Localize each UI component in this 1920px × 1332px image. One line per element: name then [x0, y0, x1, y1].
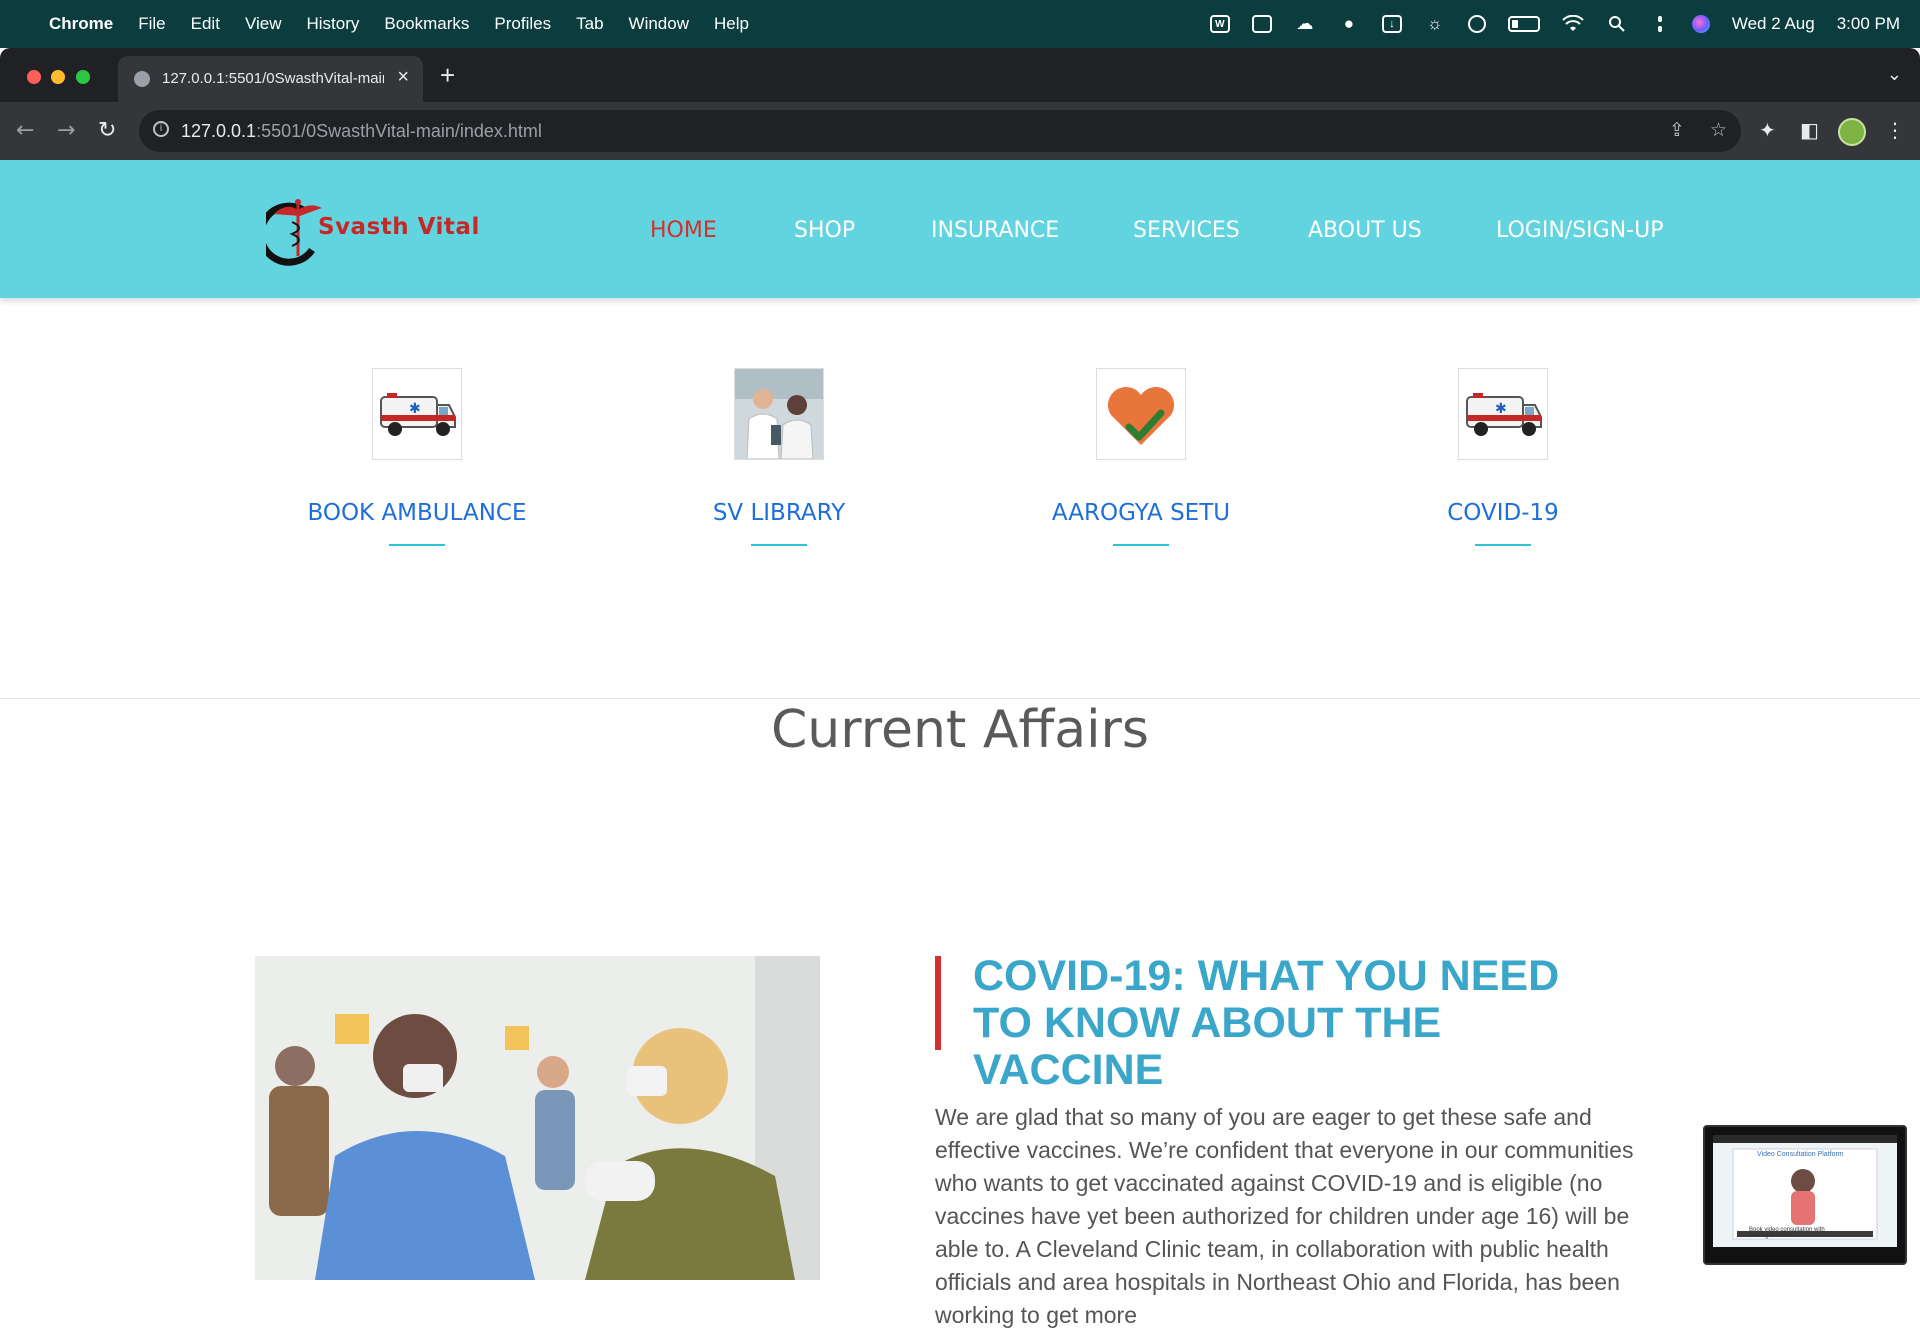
nav-services[interactable]: SERVICES: [1133, 218, 1240, 243]
menu-history[interactable]: History: [306, 14, 359, 34]
nav-home[interactable]: HOME: [650, 218, 717, 243]
control-center-icon[interactable]: [1650, 16, 1670, 32]
svg-text:✱: ✱: [409, 401, 421, 417]
bookmark-star-icon[interactable]: ☆: [1710, 119, 1727, 141]
pip-subtext: Book video consultation with leading doc…: [1749, 1227, 1825, 1239]
browser-toolbar: ← → ↻ i 127.0.0.1:5501/0SwasthVital-main…: [0, 102, 1920, 160]
more-menu-icon[interactable]: ⋮: [1885, 118, 1905, 142]
back-arrow-icon[interactable]: ←: [16, 118, 34, 143]
menu-view[interactable]: View: [245, 14, 282, 34]
status-sunrise-icon[interactable]: ☼: [1424, 14, 1446, 33]
menu-app-name[interactable]: Chrome: [49, 14, 113, 34]
article-accent-bar: [935, 956, 941, 1050]
feature-label[interactable]: BOOK AMBULANCE: [267, 500, 567, 526]
share-icon[interactable]: ⇪: [1669, 119, 1685, 141]
menu-tab[interactable]: Tab: [576, 14, 603, 34]
menu-file[interactable]: File: [138, 14, 165, 34]
status-app-icon[interactable]: W: [1209, 15, 1230, 33]
side-panel-icon[interactable]: ◧: [1800, 118, 1819, 142]
wifi-icon[interactable]: [1562, 15, 1584, 33]
browser-tab-active[interactable]: 127.0.0.1:5501/0SwasthVital-main/index.h…: [118, 56, 423, 102]
status-cloud-icon[interactable]: ☁: [1294, 14, 1316, 33]
spotlight-search-icon[interactable]: [1606, 15, 1628, 33]
site-info-icon[interactable]: i: [153, 121, 169, 137]
feature-label[interactable]: SV LIBRARY: [629, 500, 929, 526]
pip-caption: Video Consultation Platform: [1757, 1151, 1844, 1158]
status-user-icon[interactable]: [1467, 15, 1486, 33]
browser-tab-strip: 127.0.0.1:5501/0SwasthVital-main/index.h…: [0, 48, 1920, 102]
feature-underline: [1475, 544, 1531, 546]
status-download-icon[interactable]: ↓: [1381, 15, 1402, 33]
section-title: Current Affairs: [770, 700, 1149, 760]
siri-icon[interactable]: [1691, 15, 1710, 33]
feature-covid-19[interactable]: ✱ COVID-19: [1353, 368, 1653, 546]
site-header: Svasth Vital HOME SHOP INSURANCE SERVICE…: [0, 160, 1920, 298]
forward-arrow-icon[interactable]: →: [57, 118, 75, 143]
pip-screen: Video Consultation Platform Book video c…: [1713, 1135, 1897, 1247]
macos-menubar: Chrome File Edit View History Bookmarks …: [0, 0, 1920, 48]
battery-icon[interactable]: [1507, 16, 1540, 32]
vaccination-photo: [255, 956, 820, 1280]
feature-label[interactable]: AAROGYA SETU: [991, 500, 1291, 526]
feature-underline: [751, 544, 807, 546]
new-tab-button[interactable]: +: [440, 60, 455, 91]
menubar-time[interactable]: 3:00 PM: [1837, 14, 1900, 34]
globe-icon: [134, 71, 150, 87]
heart-check-icon[interactable]: [1096, 368, 1186, 460]
menu-bookmarks[interactable]: Bookmarks: [384, 14, 469, 34]
status-helmet-icon[interactable]: ●: [1338, 14, 1360, 33]
menubar-date[interactable]: Wed 2 Aug: [1732, 14, 1815, 34]
reload-icon[interactable]: ↻: [98, 118, 116, 143]
extensions-puzzle-icon[interactable]: ✦: [1759, 118, 1776, 142]
caduceus-logo-icon: [257, 199, 322, 266]
close-tab-icon[interactable]: ×: [397, 66, 409, 89]
nav-shop[interactable]: SHOP: [794, 218, 855, 243]
article-body: We are glad that so many of you are eage…: [935, 1104, 1634, 1328]
logo-text: Svasth Vital: [318, 214, 480, 240]
feature-aarogya-setu[interactable]: AAROGYA SETU: [991, 368, 1291, 546]
site-logo[interactable]: Svasth Vital: [257, 192, 496, 272]
ambulance-icon[interactable]: ✱: [1458, 368, 1548, 460]
menu-help[interactable]: Help: [714, 14, 749, 34]
feature-label[interactable]: COVID-19: [1353, 500, 1653, 526]
svg-text:✱: ✱: [1495, 401, 1507, 417]
doctors-photo[interactable]: [734, 368, 824, 460]
nav-login-signup[interactable]: LOGIN/SIGN-UP: [1496, 218, 1663, 243]
nav-about-us[interactable]: ABOUT US: [1308, 218, 1422, 243]
tab-title: 127.0.0.1:5501/0SwasthVital-main/index.h…: [162, 70, 384, 87]
feature-book-ambulance[interactable]: ✱ BOOK AMBULANCE: [267, 368, 567, 546]
ambulance-icon[interactable]: ✱: [372, 368, 462, 460]
picture-in-picture-window[interactable]: Video Consultation Platform Book video c…: [1703, 1125, 1907, 1265]
address-bar[interactable]: i 127.0.0.1:5501/0SwasthVital-main/index…: [139, 110, 1741, 152]
status-window-icon[interactable]: [1251, 15, 1272, 33]
feature-underline: [389, 544, 445, 546]
menu-profiles[interactable]: Profiles: [494, 14, 551, 34]
section-divider: [0, 698, 1920, 699]
tab-search-chevron-icon[interactable]: ⌄: [1887, 64, 1902, 85]
feature-underline: [1113, 544, 1169, 546]
minimize-window-button[interactable]: [51, 70, 65, 84]
profile-avatar[interactable]: [1838, 118, 1866, 146]
close-window-button[interactable]: [27, 70, 41, 84]
menu-edit[interactable]: Edit: [191, 14, 220, 34]
article-title[interactable]: COVID-19: WHAT YOU NEED TO KNOW ABOUT TH…: [973, 953, 1613, 1094]
menu-window[interactable]: Window: [629, 14, 689, 34]
nav-insurance[interactable]: INSURANCE: [931, 218, 1059, 243]
zoom-window-button[interactable]: [76, 70, 90, 84]
address-bar-url[interactable]: 127.0.0.1:5501/0SwasthVital-main/index.h…: [181, 121, 542, 142]
feature-sv-library[interactable]: SV LIBRARY: [629, 368, 929, 546]
